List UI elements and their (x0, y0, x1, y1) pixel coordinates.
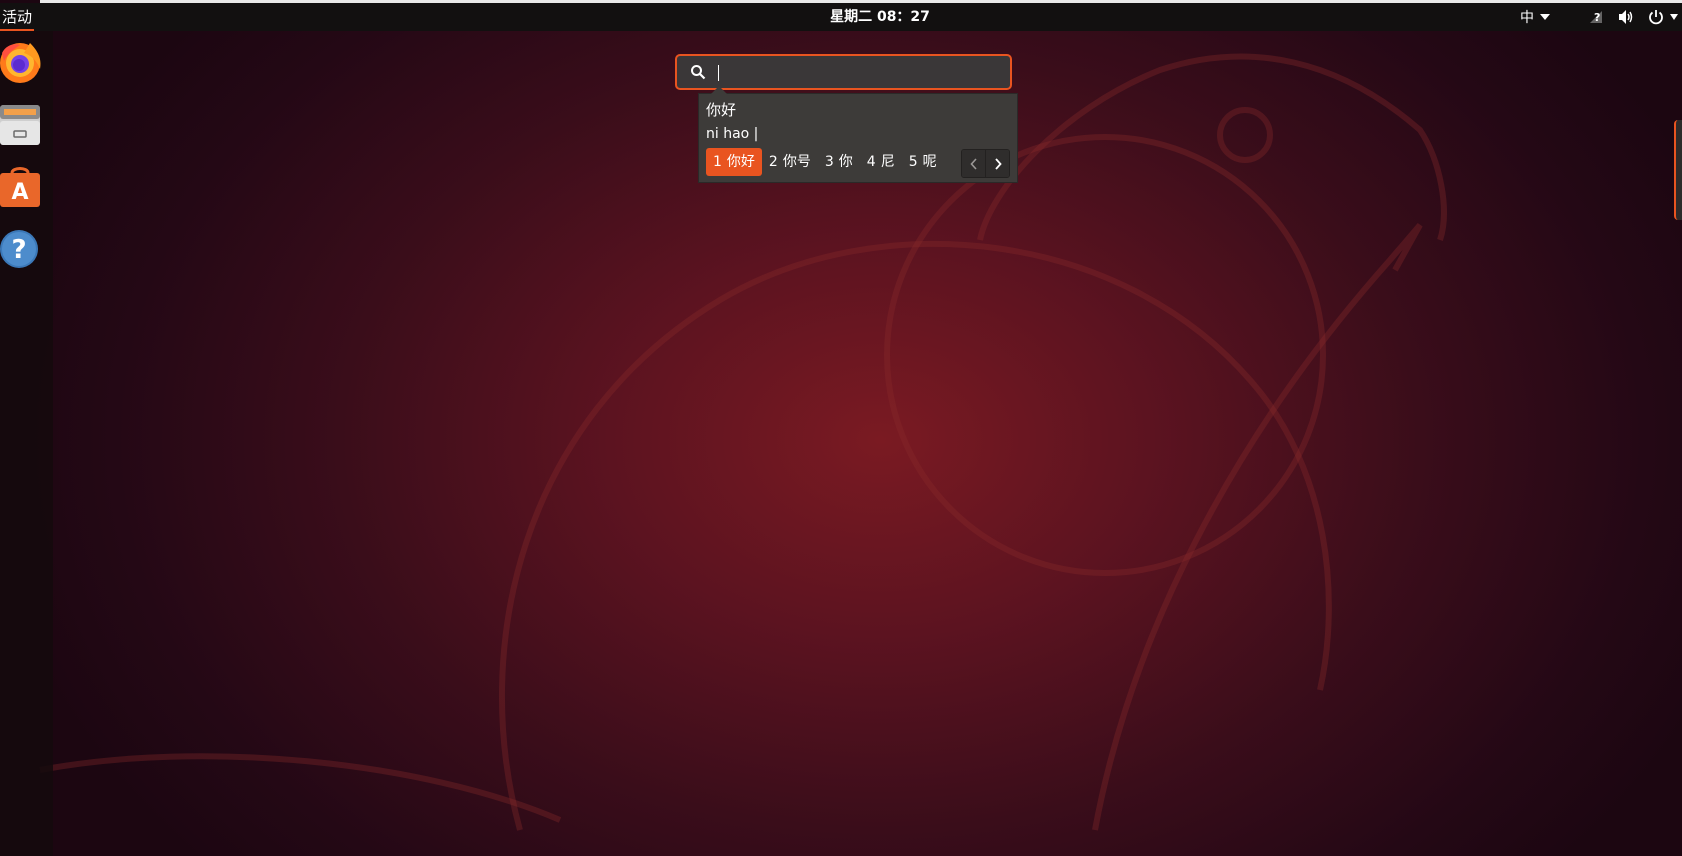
system-tray: 中 ? (1506, 6, 1682, 28)
candidate-text: 尼 (880, 154, 895, 170)
ime-page-nav (961, 149, 1010, 178)
chevron-down-icon (1540, 14, 1550, 20)
ime-next-page-button[interactable] (985, 150, 1009, 177)
candidate-number: 4 (866, 154, 876, 170)
volume-icon[interactable] (1618, 9, 1634, 25)
candidate-number: 1 (713, 154, 722, 170)
popup-arrow (711, 86, 727, 94)
search-input[interactable] (712, 62, 996, 82)
firefox-icon (0, 43, 41, 83)
candidate-number: 5 (908, 154, 918, 170)
ime-candidate[interactable]: 5呢 (902, 148, 944, 176)
help-icon: ? (0, 230, 38, 268)
search-icon (691, 65, 706, 80)
chevron-down-icon (1670, 14, 1678, 20)
dock-item-software[interactable]: A (0, 165, 44, 209)
ime-candidate-list: 1 你好 2 你号 3你 4尼 5呢 (706, 148, 944, 176)
ime-candidate[interactable]: 2 你号 (762, 148, 818, 176)
ime-candidate[interactable]: 1 你好 (706, 148, 762, 176)
dock: A ? (0, 31, 53, 856)
clock[interactable]: 星期二 08：27 (790, 8, 970, 26)
candidate-text: 你 (838, 154, 853, 170)
ime-candidate[interactable]: 4尼 (860, 148, 902, 176)
window-thumbnail-edge[interactable] (1674, 120, 1682, 220)
dock-item-files[interactable] (0, 103, 44, 147)
svg-text:A: A (11, 180, 28, 205)
ime-candidate-popup: 你好 ni hao | 1 你好 2 你号 3你 4尼 5呢 (698, 86, 1018, 183)
network-unknown-icon[interactable]: ? (1588, 9, 1604, 25)
candidate-number: 3 (824, 154, 834, 170)
chevron-right-icon (994, 157, 1002, 170)
ime-pinyin-text: ni hao | (706, 126, 759, 142)
power-icon[interactable] (1648, 9, 1678, 25)
files-icon (0, 105, 40, 145)
dock-item-firefox[interactable] (0, 37, 44, 83)
activities-button[interactable]: 活动 (0, 7, 35, 31)
candidate-number: 2 (768, 154, 778, 170)
ime-candidate[interactable]: 3你 (818, 148, 860, 176)
input-method-label: 中 (1520, 10, 1534, 26)
candidate-text: 你号 (782, 154, 811, 170)
text-caret (718, 65, 719, 81)
dock-item-help[interactable]: ? (0, 227, 44, 271)
input-method-indicator[interactable]: 中 (1520, 7, 1550, 27)
top-bar: 活动 星期二 08：27 中 ? (0, 3, 1682, 31)
svg-text:?: ? (11, 235, 26, 265)
svg-text:?: ? (1594, 11, 1600, 24)
candidate-text: 呢 (922, 154, 937, 170)
ime-prev-page-button[interactable] (962, 150, 985, 177)
software-center-icon: A (0, 167, 40, 207)
candidate-text: 你好 (726, 154, 755, 170)
search-field[interactable] (675, 54, 1012, 90)
ime-preedit-text: 你好 (706, 101, 737, 119)
chevron-left-icon (969, 157, 977, 170)
